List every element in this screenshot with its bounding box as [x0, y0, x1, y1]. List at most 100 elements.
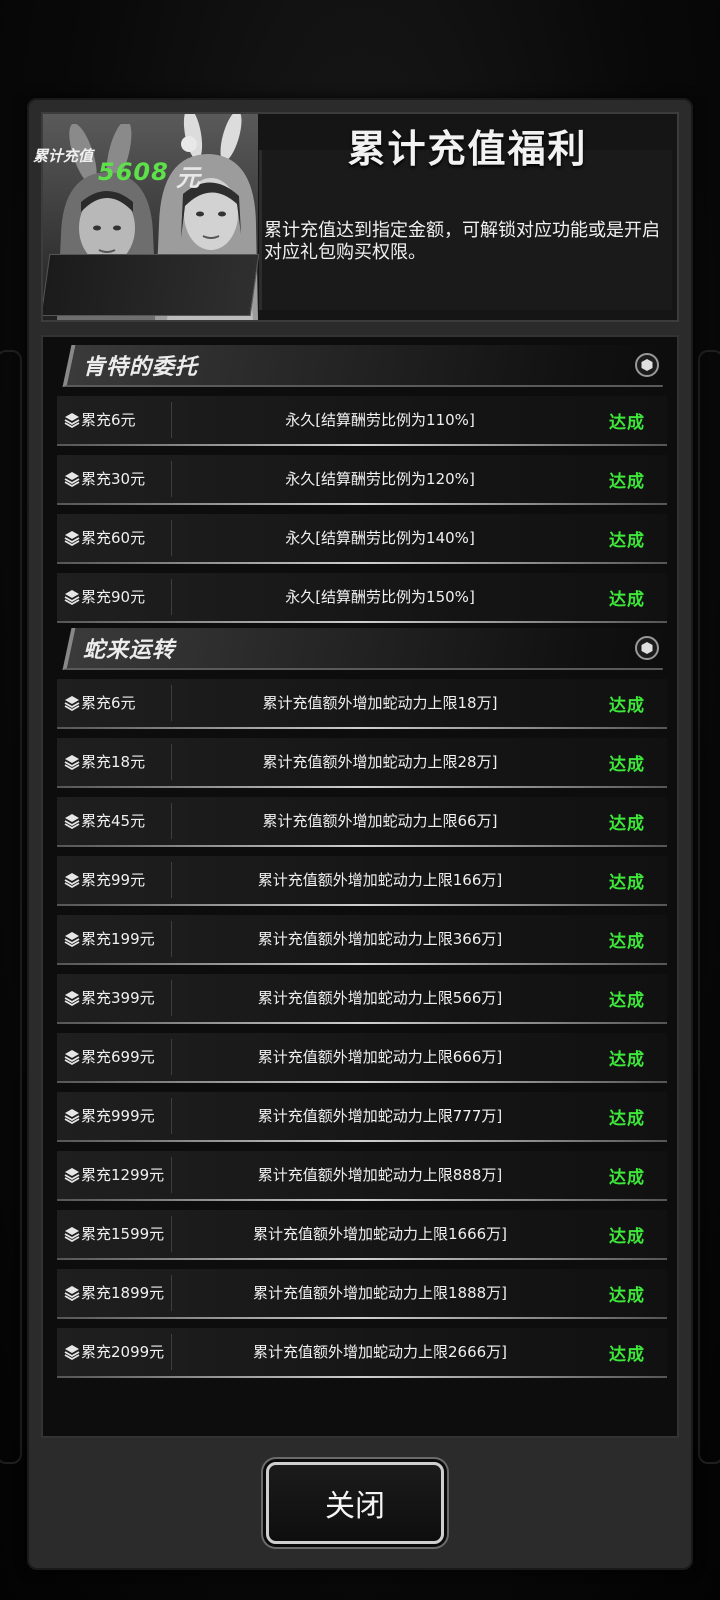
row-status-badge: 达成 [609, 1227, 645, 1247]
layers-icon [63, 1107, 81, 1125]
benefit-row: 累充99元 累计充值额外增加蛇动力上限166万] 达成 [57, 856, 667, 906]
row-divider [171, 862, 172, 898]
row-status-badge: 达成 [609, 696, 645, 716]
row-threshold: 累充199元 [81, 930, 155, 948]
layers-icon [63, 1048, 81, 1066]
row-divider [171, 685, 172, 721]
row-description: 累计充值额外增加蛇动力上限28万] [262, 753, 498, 771]
row-underline [57, 621, 667, 623]
row-divider [171, 520, 172, 556]
row-threshold: 累充99元 [81, 871, 146, 889]
benefit-row: 累充1599元 累计充值额外增加蛇动力上限1666万] 达成 [57, 1210, 667, 1260]
layers-icon [63, 529, 81, 547]
row-status-badge: 达成 [609, 932, 645, 952]
row-underline [57, 444, 667, 446]
row-status-badge: 达成 [609, 590, 645, 610]
row-divider [171, 744, 172, 780]
row-divider [171, 980, 172, 1016]
close-button[interactable]: 关闭 [266, 1462, 444, 1544]
section-header: 蛇来运转 [57, 628, 672, 672]
layers-icon [63, 1166, 81, 1184]
row-description: 累计充值额外增加蛇动力上限888万] [257, 1166, 503, 1184]
layers-icon [63, 989, 81, 1007]
row-description: 累计充值额外增加蛇动力上限666万] [257, 1048, 503, 1066]
layers-icon [63, 930, 81, 948]
row-underline [57, 1258, 667, 1260]
row-divider [171, 1216, 172, 1252]
row-underline [57, 1081, 667, 1083]
benefit-row: 累充2099元 累计充值额外增加蛇动力上限2666万] 达成 [57, 1328, 667, 1378]
row-threshold: 累充399元 [81, 989, 155, 1007]
row-divider [171, 1039, 172, 1075]
benefit-row: 累充6元 累计充值额外增加蛇动力上限18万] 达成 [57, 679, 667, 729]
row-description: 永久[结算酬劳比例为140%] [285, 529, 475, 547]
row-threshold: 累充699元 [81, 1048, 155, 1066]
row-description: 累计充值额外增加蛇动力上限1888万] [252, 1284, 508, 1302]
layers-icon [63, 812, 81, 830]
row-description: 累计充值额外增加蛇动力上限66万] [262, 812, 498, 830]
row-threshold: 累充1299元 [81, 1166, 165, 1184]
row-description: 累计充值额外增加蛇动力上限366万] [257, 930, 503, 948]
benefit-row: 累充199元 累计充值额外增加蛇动力上限366万] 达成 [57, 915, 667, 965]
row-threshold: 累充1599元 [81, 1225, 165, 1243]
row-divider [171, 921, 172, 957]
hexagon-icon[interactable] [635, 353, 659, 377]
row-underline [57, 1022, 667, 1024]
row-status-badge: 达成 [609, 991, 645, 1011]
row-description: 累计充值额外增加蛇动力上限2666万] [252, 1343, 508, 1361]
total-recharge-amount: 5608 [98, 158, 169, 186]
row-status-badge: 达成 [609, 814, 645, 834]
benefit-row: 累充999元 累计充值额外增加蛇动力上限777万] 达成 [57, 1092, 667, 1142]
row-threshold: 累充2099元 [81, 1343, 165, 1361]
row-status-badge: 达成 [609, 755, 645, 775]
row-description: 累计充值额外增加蛇动力上限1666万] [252, 1225, 508, 1243]
row-threshold: 累充6元 [81, 411, 136, 429]
benefit-row: 累充18元 累计充值额外增加蛇动力上限28万] 达成 [57, 738, 667, 788]
row-description: 累计充值额外增加蛇动力上限166万] [257, 871, 503, 889]
row-underline [57, 786, 667, 788]
benefit-row: 累充699元 累计充值额外增加蛇动力上限666万] 达成 [57, 1033, 667, 1083]
row-status-badge: 达成 [609, 413, 645, 433]
row-status-badge: 达成 [609, 1345, 645, 1365]
row-status-badge: 达成 [609, 873, 645, 893]
row-threshold: 累充30元 [81, 470, 146, 488]
row-threshold: 累充60元 [81, 529, 146, 547]
benefit-row: 累充399元 累计充值额外增加蛇动力上限566万] 达成 [57, 974, 667, 1024]
row-divider [171, 461, 172, 497]
page-description: 累计充值达到指定金额，可解锁对应功能或是开启对应礼包购买权限。 [264, 220, 660, 263]
row-divider [171, 1157, 172, 1193]
row-status-badge: 达成 [609, 531, 645, 551]
row-description: 累计充值额外增加蛇动力上限566万] [257, 989, 503, 1007]
row-threshold: 累充45元 [81, 812, 146, 830]
total-recharge-box [43, 254, 260, 316]
section-title: 肯特的委托 [83, 355, 199, 380]
row-status-badge: 达成 [609, 1109, 645, 1129]
row-description: 永久[结算酬劳比例为150%] [285, 588, 475, 606]
layers-icon [63, 871, 81, 889]
layers-icon [63, 1284, 81, 1302]
layers-icon [63, 753, 81, 771]
row-underline [57, 1317, 667, 1319]
row-description: 累计充值额外增加蛇动力上限777万] [257, 1107, 503, 1125]
row-underline [57, 562, 667, 564]
benefit-row: 累充45元 累计充值额外增加蛇动力上限66万] 达成 [57, 797, 667, 847]
layers-icon [63, 694, 81, 712]
row-divider [171, 579, 172, 615]
row-threshold: 累充18元 [81, 753, 146, 771]
hexagon-icon[interactable] [635, 636, 659, 660]
benefit-list[interactable]: 肯特的委托 累充6元 永久[结算酬劳比例为110%] 达成 累充30元 永久[结算酬劳比例… [41, 335, 679, 1438]
benefit-row: 累充60元 永久[结算酬劳比例为140%] 达成 [57, 514, 667, 564]
row-underline [57, 845, 667, 847]
row-underline [57, 503, 667, 505]
row-description: 永久[结算酬劳比例为120%] [285, 470, 475, 488]
total-recharge-unit: 元 [176, 164, 200, 192]
row-underline [57, 1140, 667, 1142]
row-underline [57, 1199, 667, 1201]
page-title: 累计充值福利 [347, 127, 588, 171]
row-threshold: 累充999元 [81, 1107, 155, 1125]
row-underline [57, 727, 667, 729]
benefit-row: 累充90元 永久[结算酬劳比例为150%] 达成 [57, 573, 667, 623]
section-header: 肯特的委托 [57, 345, 672, 389]
background-frame-left [0, 350, 22, 1464]
row-divider [171, 1275, 172, 1311]
